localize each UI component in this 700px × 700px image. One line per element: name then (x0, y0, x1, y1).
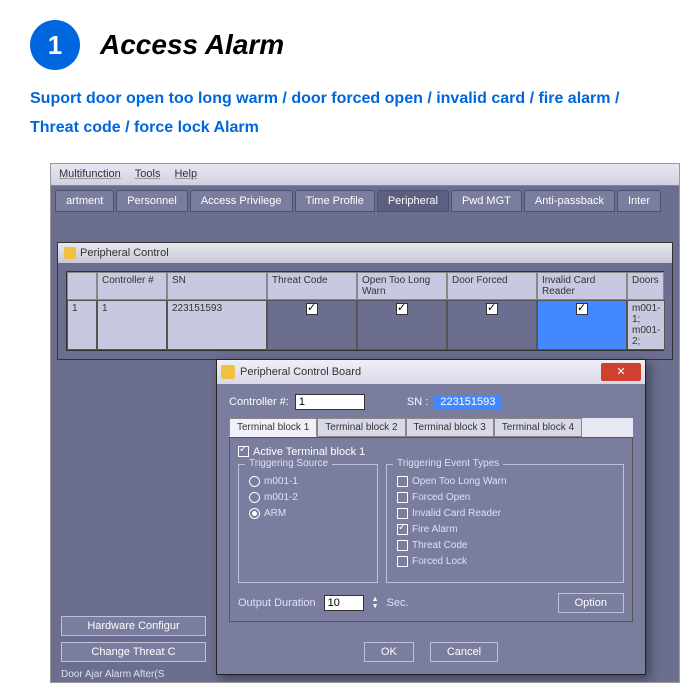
grid-header: Controller # SN Threat Code Open Too Lon… (67, 272, 663, 300)
cancel-button[interactable]: Cancel (430, 642, 498, 662)
row-open-long (357, 300, 447, 350)
tab-department[interactable]: artment (55, 190, 114, 212)
tab-access-privilege[interactable]: Access Privilege (190, 190, 293, 212)
row-forced (447, 300, 537, 350)
row-idx: 1 (67, 300, 97, 350)
tab-inter[interactable]: Inter (617, 190, 661, 212)
row-sn: 223151593 (167, 300, 267, 350)
menubar: Multifunction Tools Help (51, 164, 679, 186)
chk-label: Fire Alarm (412, 524, 458, 535)
tab-terminal-3[interactable]: Terminal block 3 (406, 418, 494, 437)
tab-terminal-1[interactable]: Terminal block 1 (229, 418, 317, 437)
row-controller: 1 (97, 300, 167, 350)
radio-arm[interactable] (249, 508, 260, 519)
event-group-title: Triggering Event Types (393, 458, 503, 469)
check-icon (486, 303, 498, 315)
tab-time-profile[interactable]: Time Profile (295, 190, 375, 212)
row-invalid (537, 300, 627, 350)
radio-label: m001-1 (264, 476, 298, 487)
chk-label: Forced Open (412, 492, 470, 503)
bottom-buttons: Hardware Configur Change Threat C (61, 616, 206, 662)
sn-label: SN : (407, 396, 428, 408)
col-forced: Door Forced (447, 272, 537, 300)
col-open-long: Open Too Long Warn (357, 272, 447, 300)
col-threat: Threat Code (267, 272, 357, 300)
chk-label: Open Too Long Warn (412, 476, 507, 487)
tab-anti-passback[interactable]: Anti-passback (524, 190, 615, 212)
subtitle: Suport door open too long warm / door fo… (0, 80, 700, 163)
menu-tools[interactable]: Tools (135, 168, 161, 180)
option-button[interactable]: Option (558, 593, 624, 613)
output-duration-label: Output Duration (238, 597, 316, 609)
row-doors: m001-1; m001-2; (627, 300, 665, 350)
step-number: 1 (30, 20, 80, 70)
tab-pwd-mgt[interactable]: Pwd MGT (451, 190, 522, 212)
col-sn: SN (167, 272, 267, 300)
main-tabbar: artment Personnel Access Privilege Time … (51, 186, 679, 212)
output-duration-input[interactable] (324, 595, 364, 611)
controller-label: Controller #: (229, 396, 289, 408)
row-threat (267, 300, 357, 350)
close-button[interactable]: ✕ (601, 363, 641, 381)
peripheral-control-window: Peripheral Control Controller # SN Threa… (57, 242, 673, 360)
sn-value[interactable]: 223151593 (434, 395, 501, 409)
radio-label: ARM (264, 508, 286, 519)
col-invalid: Invalid Card Reader (537, 272, 627, 300)
tab-personnel[interactable]: Personnel (116, 190, 188, 212)
triggering-event-group: Triggering Event Types Open Too Long War… (386, 464, 624, 583)
check-icon (396, 303, 408, 315)
tab-terminal-2[interactable]: Terminal block 2 (317, 418, 405, 437)
chk-label: Forced Lock (412, 556, 467, 567)
col-controller: Controller # (97, 272, 167, 300)
window-icon (64, 247, 76, 259)
chk-invalid-card[interactable] (397, 508, 408, 519)
controller-input[interactable] (295, 394, 365, 410)
change-threat-button[interactable]: Change Threat C (61, 642, 206, 662)
terminal-tabs: Terminal block 1 Terminal block 2 Termin… (229, 418, 633, 437)
chk-label: Threat Code (412, 540, 468, 551)
active-block-checkbox[interactable] (238, 446, 249, 457)
active-block-label: Active Terminal block 1 (253, 446, 365, 458)
dialog-title: Peripheral Control Board (240, 366, 361, 378)
door-ajar-label: Door Ajar Alarm After(S (61, 669, 164, 680)
check-icon (576, 303, 588, 315)
check-icon (306, 303, 318, 315)
radio-label: m001-2 (264, 492, 298, 503)
chk-forced-open[interactable] (397, 492, 408, 503)
peripheral-board-dialog: Peripheral Control Board ✕ Controller #:… (216, 359, 646, 675)
controller-grid: Controller # SN Threat Code Open Too Lon… (66, 271, 664, 351)
chk-forced-lock[interactable] (397, 556, 408, 567)
chk-open-long[interactable] (397, 476, 408, 487)
duration-unit: Sec. (387, 597, 409, 609)
tab-peripheral[interactable]: Peripheral (377, 190, 449, 212)
dialog-icon (221, 365, 235, 379)
col-doors: Doors (627, 272, 664, 300)
radio-m001-1[interactable] (249, 476, 260, 487)
hardware-config-button[interactable]: Hardware Configur (61, 616, 206, 636)
chk-threat-code[interactable] (397, 540, 408, 551)
radio-m001-2[interactable] (249, 492, 260, 503)
spinner-icon[interactable]: ▲▼ (372, 596, 379, 610)
triggering-source-group: Triggering Source m001-1 m001-2 ARM (238, 464, 378, 583)
table-row[interactable]: 1 1 223151593 m001-1; m001-2; (67, 300, 663, 350)
page-title: Access Alarm (100, 29, 284, 61)
subwindow-titlebar: Peripheral Control (58, 243, 672, 263)
subwindow-title: Peripheral Control (80, 247, 169, 259)
col-selector (67, 272, 97, 300)
menu-help[interactable]: Help (174, 168, 197, 180)
dialog-titlebar: Peripheral Control Board ✕ (217, 360, 645, 384)
ok-button[interactable]: OK (364, 642, 414, 662)
chk-label: Invalid Card Reader (412, 508, 501, 519)
source-group-title: Triggering Source (245, 458, 332, 469)
chk-fire-alarm[interactable] (397, 524, 408, 535)
tab-terminal-4[interactable]: Terminal block 4 (494, 418, 582, 437)
app-window: Multifunction Tools Help artment Personn… (50, 163, 680, 683)
menu-multifunction[interactable]: Multifunction (59, 168, 121, 180)
